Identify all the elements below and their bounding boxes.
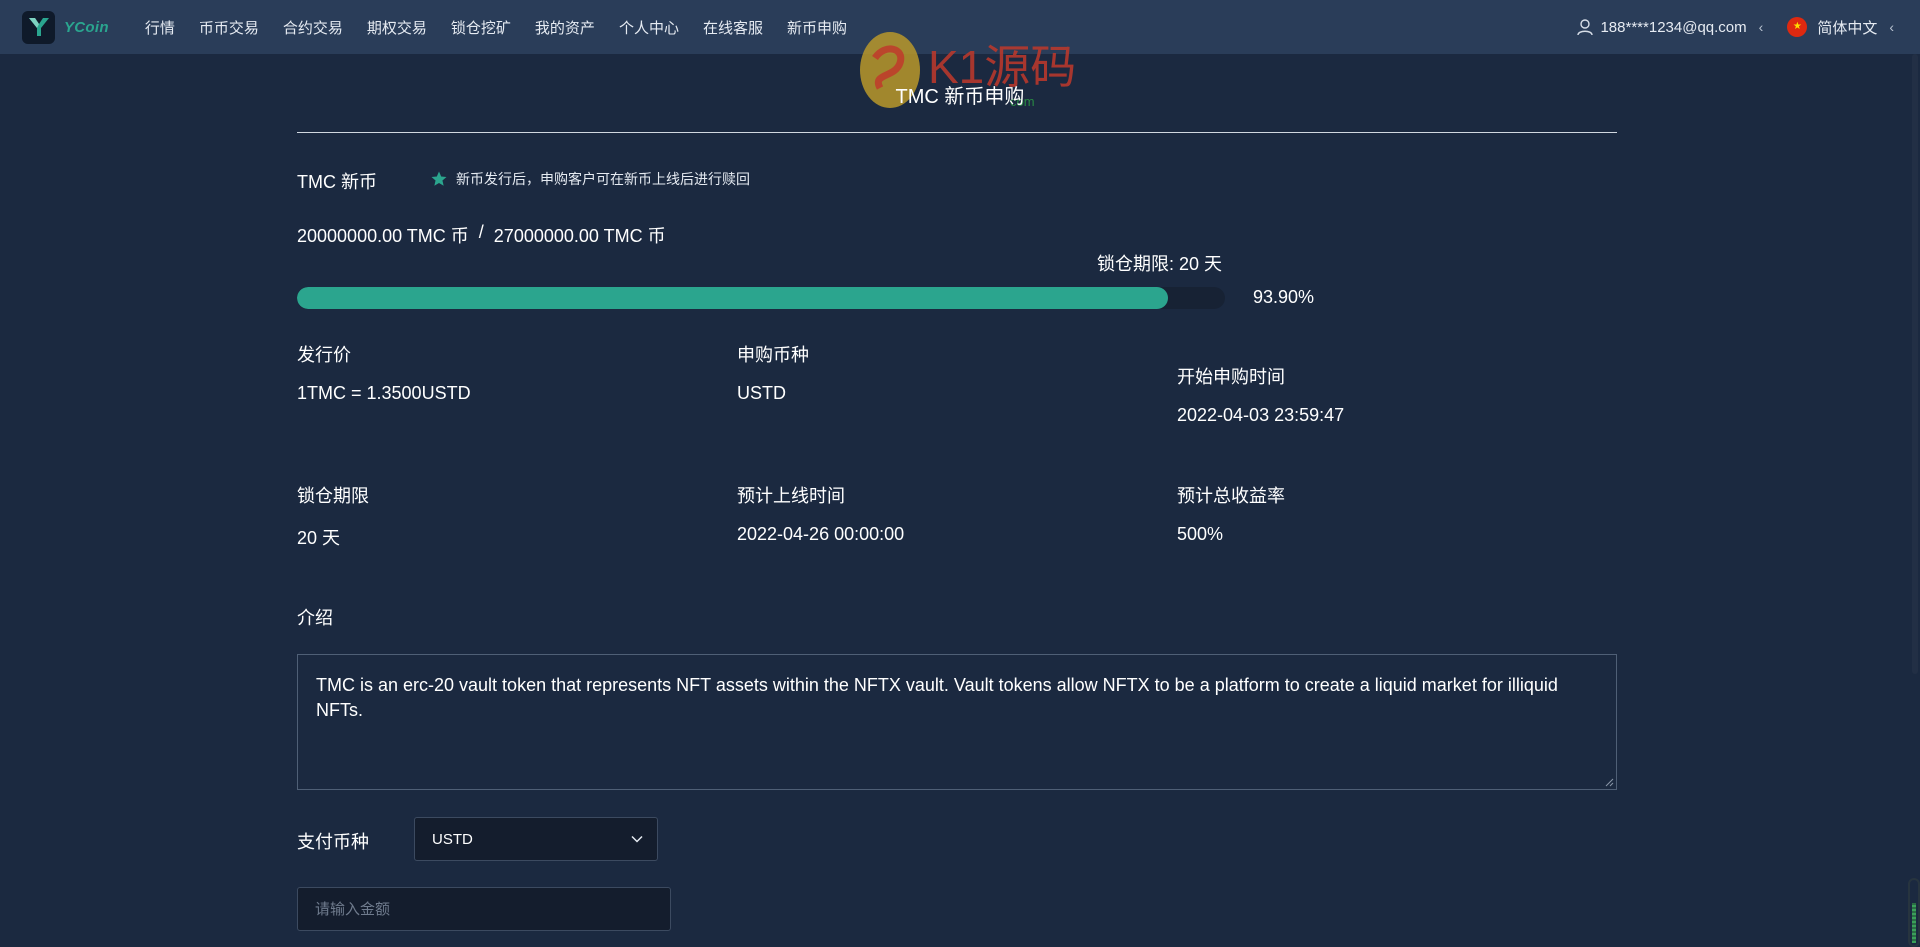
nav-item-4[interactable]: 锁仓挖矿	[451, 17, 511, 38]
page-scrollbar[interactable]	[1910, 54, 1920, 947]
logo-icon	[22, 10, 55, 44]
star-icon	[431, 171, 447, 186]
nav-item-0[interactable]: 行情	[145, 17, 175, 38]
language-label: 简体中文	[1817, 19, 1878, 37]
top-navbar: YCoin 行情 币币交易 合约交易 期权交易 锁仓挖矿 我的资产 个人中心 在线客服 新币申购…	[0, 0, 1920, 54]
brand-name: YCoin	[64, 18, 109, 36]
amount-separator: /	[478, 222, 484, 242]
detail-value-total-yield: 500%	[1177, 524, 1224, 544]
detail-value-subscription-currency: USTD	[737, 383, 786, 403]
page-title: TMC 新币申购	[895, 86, 1025, 108]
intro-text: TMC is an erc-20 vault token that repres…	[316, 675, 1558, 720]
nav-item-8[interactable]: 新币申购	[787, 17, 847, 38]
coin-name: TMC 新币	[297, 172, 377, 192]
nav-menu: 行情 币币交易 合约交易 期权交易 锁仓挖矿 我的资产 个人中心 在线客服 新币申购	[121, 17, 847, 38]
intro-textarea[interactable]: TMC is an erc-20 vault token that repres…	[297, 654, 1617, 790]
detail-value-lock-period: 20 天	[297, 528, 341, 548]
detail-label-start-time: 开始申购时间	[1177, 367, 1285, 387]
logo[interactable]: YCoin	[22, 10, 109, 44]
chevron-left-icon: ‹	[1758, 19, 1764, 35]
divider	[297, 132, 1617, 133]
nav-item-2[interactable]: 合约交易	[283, 17, 343, 38]
detail-value-listing-time: 2022-04-26 00:00:00	[737, 524, 905, 544]
detail-value-issue-price: 1TMC = 1.3500USTD	[297, 383, 471, 403]
user-icon	[1577, 19, 1594, 36]
nav-item-3[interactable]: 期权交易	[367, 17, 427, 38]
subscribed-amount: 20000000.00 TMC 币	[297, 226, 469, 246]
payment-currency-label: 支付币种	[297, 832, 369, 852]
nav-item-5[interactable]: 我的资产	[535, 17, 595, 38]
language-selector[interactable]: ★ 简体中文 ‹	[1787, 17, 1894, 38]
detail-value-start-time: 2022-04-03 23:59:47	[1177, 405, 1345, 425]
subscription-amount: 20000000.00 TMC 币 / 27000000.00 TMC 币	[297, 222, 666, 248]
progress-fill	[297, 287, 1169, 309]
user-menu[interactable]: 188****1234@qq.com ‹	[1576, 18, 1763, 36]
detail-label-lock-period: 锁仓期限	[297, 486, 369, 506]
china-flag-icon: ★	[1787, 17, 1808, 37]
amount-input[interactable]	[297, 887, 671, 931]
detail-label-listing-time: 预计上线时间	[737, 486, 845, 506]
payment-currency-value: USTD	[432, 830, 473, 848]
lock-period-summary: 锁仓期限: 20 天	[1097, 254, 1223, 274]
scrollbar-thumb[interactable]	[1912, 54, 1918, 674]
intro-label: 介绍	[297, 608, 333, 628]
chevron-left-icon: ‹	[1889, 19, 1894, 35]
nav-item-7[interactable]: 在线客服	[703, 17, 763, 38]
progress-percent: 93.90%	[1253, 287, 1315, 307]
detail-label-issue-price: 发行价	[297, 345, 351, 365]
nav-item-1[interactable]: 币币交易	[199, 17, 259, 38]
chevron-down-icon	[631, 835, 643, 843]
detail-label-total-yield: 预计总收益率	[1177, 486, 1285, 506]
subscription-progress-bar	[297, 287, 1225, 309]
nav-item-6[interactable]: 个人中心	[619, 17, 679, 38]
total-amount: 27000000.00 TMC 币	[493, 226, 666, 246]
note-text: 新币发行后，申购客户可在新币上线后进行赎回	[456, 171, 750, 187]
user-email: 188****1234@qq.com	[1600, 18, 1747, 36]
redemption-note: 新币发行后，申购客户可在新币上线后进行赎回	[430, 169, 750, 189]
scroll-indicator	[1908, 878, 1920, 947]
resize-handle-icon[interactable]	[1604, 777, 1614, 787]
detail-label-subscription-currency: 申购币种	[737, 345, 809, 365]
payment-currency-select[interactable]: USTD	[414, 817, 658, 861]
